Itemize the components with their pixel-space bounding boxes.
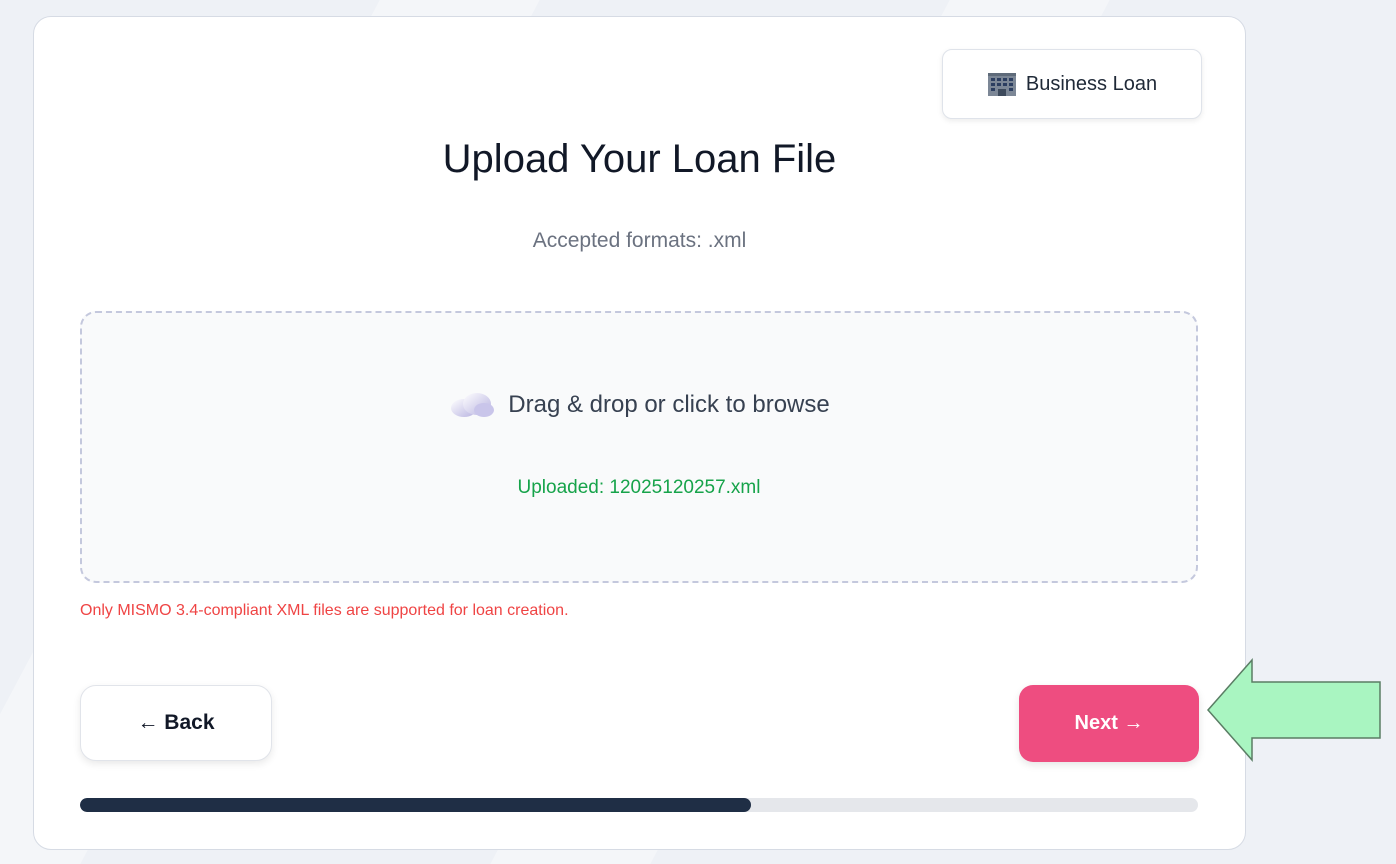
upload-card: Business Loan Upload Your Loan File Acce… xyxy=(33,16,1246,850)
accepted-formats-text: Accepted formats: .xml xyxy=(532,229,747,252)
page-title: Upload Your Loan File xyxy=(442,137,837,181)
dropzone-label: Drag & drop or click to browse xyxy=(508,391,830,418)
loan-type-label: Business Loan xyxy=(1025,72,1158,95)
progress-bar-fill xyxy=(80,798,751,812)
back-button[interactable]: ← Back xyxy=(80,685,272,761)
loan-type-badge[interactable]: Business Loan xyxy=(942,49,1202,119)
progress-bar xyxy=(80,798,1198,812)
dropzone-prompt: Drag & drop or click to browse xyxy=(82,391,1196,419)
uploaded-file-status: Uploaded: 12025120257.xml xyxy=(517,477,761,498)
building-icon xyxy=(987,73,1016,96)
mismo-compliance-note: Only MISMO 3.4-compliant XML files are s… xyxy=(80,602,569,619)
pointer-arrow-icon xyxy=(1207,658,1381,762)
next-button[interactable]: Next → xyxy=(1019,685,1199,762)
cloud-icon xyxy=(451,393,495,417)
file-dropzone[interactable]: Drag & drop or click to browse Uploaded:… xyxy=(80,311,1198,583)
